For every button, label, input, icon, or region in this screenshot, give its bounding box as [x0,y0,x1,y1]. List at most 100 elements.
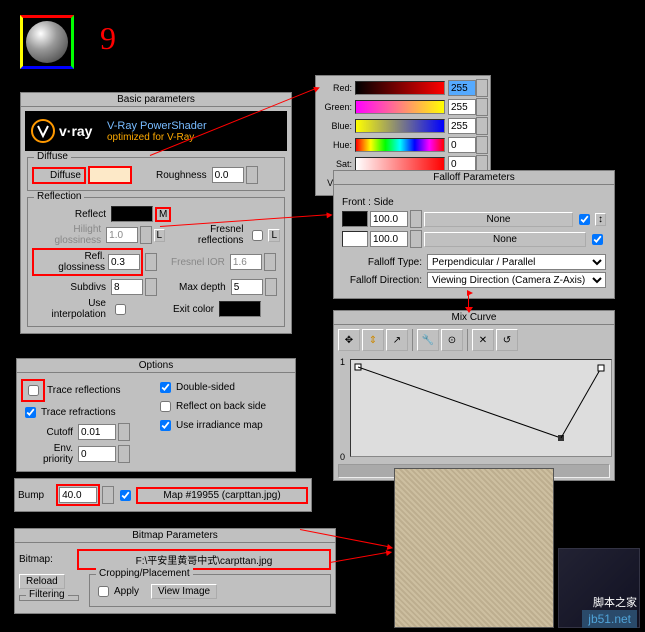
apply-label: Apply [114,586,139,597]
spinner[interactable] [264,253,276,271]
front-checkbox[interactable] [579,214,590,225]
fresnel-label: Fresnel reflections [167,224,246,246]
material-preview [20,15,74,69]
falloff-dir-select[interactable]: Viewing Direction (Camera Z-Axis) [427,272,606,288]
refl-gloss-label: Refl. glossiness [35,251,108,273]
sat-label: Sat: [318,159,352,169]
move-icon[interactable]: ✥ [338,329,360,351]
spinner[interactable] [410,230,422,248]
sat-slider[interactable] [355,157,445,171]
scale-icon[interactable]: ⇕ [362,329,384,351]
front-side-label: Front : Side [342,197,394,208]
green-label: Green: [318,102,352,112]
trace-refr-checkbox[interactable] [25,407,36,418]
tool-icon[interactable]: 🔧 [417,329,439,351]
reflect-back-checkbox[interactable] [160,401,171,412]
exit-color-swatch[interactable] [219,301,261,317]
bump-val-input[interactable] [59,487,97,503]
trace-refl-checkbox[interactable] [28,385,39,396]
double-sided-label: Double-sided [176,382,235,393]
fresnel-checkbox[interactable] [252,230,263,241]
front-val-input[interactable] [370,211,408,227]
diffuse-group: Diffuse Diffuse Roughness [27,157,285,191]
cutoff-input[interactable] [78,424,116,440]
spinner[interactable] [246,166,258,184]
spinner[interactable] [118,445,130,463]
trace-refl-label: Trace reflections [47,385,121,396]
apply-checkbox[interactable] [98,586,109,597]
delete-icon[interactable]: ✕ [472,329,494,351]
hue-input[interactable] [448,137,476,153]
blue-input[interactable] [448,118,476,134]
roughness-input[interactable] [212,167,244,183]
filtering-label: Filtering [26,589,68,600]
bump-checkbox[interactable] [120,490,131,501]
use-irrad-label: Use irradiance map [176,420,263,431]
vray-header: v·ray V-Ray PowerShader optimized for V-… [25,111,287,151]
refl-gloss-input[interactable] [108,254,140,270]
group-label: Reflection [34,191,84,202]
red-slider[interactable] [355,81,445,95]
bump-map-button[interactable]: Map #19955 (carpttan.jpg) [136,487,308,504]
side-val-input[interactable] [370,231,408,247]
swap-button[interactable]: ↕ [595,213,606,226]
snap-icon[interactable]: ⊙ [441,329,463,351]
spinner[interactable] [476,79,488,97]
diffuse-swatch[interactable] [88,166,132,184]
hilight-input[interactable] [106,227,138,243]
add-point-icon[interactable]: ↗ [386,329,408,351]
bitmap-label: Bitmap: [19,554,53,565]
bitmap-path-button[interactable]: F:\平安里黄哥中式\carpttan.jpg [77,549,331,570]
red-input[interactable] [448,80,476,96]
axis-0: 0 [340,452,345,462]
env-label: Env. priority [21,443,76,465]
exit-color-label: Exit color [173,304,217,315]
reload-button[interactable]: Reload [19,574,65,589]
fresnel-ior-input[interactable] [230,254,262,270]
spinner[interactable] [476,98,488,116]
subdivs-input[interactable] [111,279,143,295]
spinner[interactable] [145,253,157,271]
use-interp-checkbox[interactable] [115,304,126,315]
view-image-button[interactable]: View Image [151,584,217,599]
spinner[interactable] [145,278,157,296]
falloff-type-label: Falloff Type: [342,257,425,268]
spinner[interactable] [102,486,114,504]
reflect-label: Reflect [32,209,109,220]
diffuse-label: Diffuse [32,167,86,184]
lock-button[interactable]: L [154,229,166,242]
side-swatch[interactable] [342,231,368,247]
spinner[interactable] [140,226,151,244]
spinner[interactable] [118,423,130,441]
curve-editor[interactable] [350,359,612,457]
svg-text:v·ray: v·ray [59,123,93,139]
reset-icon[interactable]: ↺ [496,329,518,351]
spinner[interactable] [476,117,488,135]
lock-button[interactable]: L [268,229,280,242]
options-panel: Options Trace reflections Trace refracti… [16,358,296,472]
use-irrad-checkbox[interactable] [160,420,171,431]
falloff-type-select[interactable]: Perpendicular / Parallel [427,254,606,270]
panel-title: Options [17,359,295,373]
watermark-url: jb51.net [582,610,637,628]
spinner[interactable] [265,278,277,296]
curve-toolbar: ✥ ⇕ ↗ 🔧 ⊙ ✕ ↺ [334,325,614,355]
spinner[interactable] [410,210,422,228]
reflect-swatch[interactable] [111,206,153,222]
double-sided-checkbox[interactable] [160,382,171,393]
side-map-button[interactable]: None [424,232,586,247]
front-map-button[interactable]: None [424,212,573,227]
spinner[interactable] [476,136,488,154]
use-interp-label: Use interpolation [32,298,109,320]
green-slider[interactable] [355,100,445,114]
max-depth-label: Max depth [179,282,229,293]
front-swatch[interactable] [342,211,368,227]
max-depth-input[interactable] [231,279,263,295]
hue-slider[interactable] [355,138,445,152]
blue-slider[interactable] [355,119,445,133]
reflect-map-button[interactable]: M [155,207,171,222]
side-checkbox[interactable] [592,234,603,245]
green-input[interactable] [448,99,476,115]
fresnel-ior-label: Fresnel IOR [171,257,228,268]
env-input[interactable] [78,446,116,462]
